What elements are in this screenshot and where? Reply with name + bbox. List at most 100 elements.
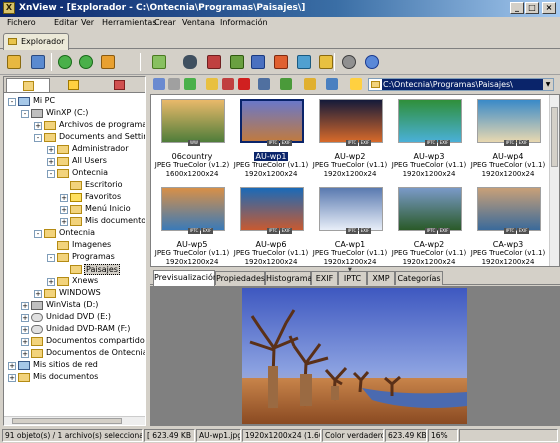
menu-ventana[interactable]: Ventana <box>182 18 215 27</box>
expand-icon[interactable]: + <box>60 218 68 226</box>
favorites-button[interactable] <box>350 78 362 90</box>
chevron-down-icon[interactable]: ▼ <box>543 79 553 90</box>
tab-propiedades[interactable]: Propiedades <box>215 271 265 285</box>
thumbnail-type: JPEG TrueColor (v1.1) <box>154 249 230 257</box>
screenshot-button[interactable] <box>295 53 313 71</box>
collapse-icon[interactable]: - <box>8 98 16 106</box>
folder-icon <box>44 133 56 142</box>
scroll-thumb[interactable] <box>12 418 122 424</box>
convert-button[interactable] <box>228 53 246 71</box>
tab-iptc[interactable]: IPTC <box>338 271 367 285</box>
contact-sheet-button[interactable] <box>317 53 335 71</box>
thumbnail-name-row: CA-wp2 <box>390 240 468 249</box>
capture-button[interactable] <box>272 53 290 71</box>
menu-crear[interactable]: Crear <box>154 18 176 27</box>
tab-folders[interactable] <box>6 78 50 92</box>
expand-icon[interactable]: + <box>21 302 29 310</box>
tab-exif[interactable]: EXIF <box>311 271 338 285</box>
open-button[interactable] <box>150 53 168 71</box>
help-button[interactable] <box>363 53 381 71</box>
menu-fichero[interactable]: Fichero <box>7 18 36 27</box>
toolbar-separator <box>140 53 141 71</box>
thumbnail-item[interactable]: IPTC EXIF AU-wp3 JPEG TrueColor (v1.1) 1920x… <box>390 97 468 183</box>
settings-button[interactable] <box>340 53 358 71</box>
forward-button[interactable] <box>77 53 95 71</box>
sort-button[interactable] <box>280 78 292 90</box>
xnview-app-icon[interactable]: X <box>3 2 15 14</box>
thumbnail-item[interactable]: WW 06country JPEG TrueColor (v1.2) 1600x120… <box>153 97 231 183</box>
collapse-icon[interactable]: - <box>34 134 42 142</box>
expand-icon[interactable]: + <box>21 338 29 346</box>
thumbnail-item[interactable]: IPTC EXIF CA-wp3 JPEG TrueColor (v1.1) 1920x… <box>469 185 547 266</box>
collapse-icon[interactable]: - <box>21 110 29 118</box>
expand-icon[interactable]: + <box>21 326 29 334</box>
thumbnail-item[interactable]: IPTC EXIF CA-wp1 JPEG TrueColor (v1.1) 1920x… <box>311 185 389 266</box>
menu-informacion[interactable]: Información <box>220 18 268 27</box>
tab-histograma[interactable]: Histograma <box>265 271 312 285</box>
tree-node-label: WinXP (C:) <box>46 108 89 117</box>
expand-icon[interactable]: + <box>47 278 55 286</box>
new-folder-button[interactable] <box>206 78 218 90</box>
expand-icon[interactable]: + <box>47 146 55 154</box>
thumbnail-item[interactable]: IPTC EXIF AU-wp5 JPEG TrueColor (v1.1) 1920x… <box>153 185 231 266</box>
tab-categories[interactable] <box>98 78 142 92</box>
print-button[interactable] <box>205 53 223 71</box>
delete-button[interactable] <box>238 78 250 90</box>
thumbnail-item[interactable]: IPTC EXIF AU-wp1 JPEG TrueColor (v1.1) 1920x… <box>232 97 310 183</box>
expand-icon[interactable]: + <box>8 362 16 370</box>
fullscreen-button[interactable] <box>29 53 47 71</box>
thumbnail-name-row: CA-wp3 <box>469 240 547 249</box>
explorer-button[interactable] <box>5 53 23 71</box>
maximize-button[interactable]: □ <box>525 2 539 14</box>
expand-icon[interactable]: + <box>60 206 68 214</box>
expand-icon[interactable]: + <box>21 350 29 358</box>
metadata-badge: EXIF <box>517 140 529 146</box>
find-button[interactable] <box>181 53 199 71</box>
tree-horizontal-scrollbar[interactable] <box>4 416 145 425</box>
expand-icon[interactable]: + <box>34 290 42 298</box>
expand-icon[interactable]: + <box>34 122 42 130</box>
slideshow-button[interactable] <box>249 53 267 71</box>
refresh-button[interactable] <box>326 78 338 90</box>
minimize-button[interactable]: _ <box>510 2 524 14</box>
metadata-badge: IPTC <box>504 228 516 234</box>
thumbnail-item[interactable]: IPTC EXIF AU-wp4 JPEG TrueColor (v1.1) 1920x… <box>469 97 547 183</box>
thumbnail-item[interactable]: IPTC EXIF CA-wp2 JPEG TrueColor (v1.1) 1920x… <box>390 185 468 266</box>
rename-button[interactable] <box>222 78 234 90</box>
collapse-icon[interactable]: - <box>47 254 55 262</box>
scroll-thumb[interactable] <box>551 107 558 167</box>
browser-vertical-scrollbar[interactable] <box>549 95 559 266</box>
menu-herramientas[interactable]: Herramientas <box>102 18 157 27</box>
nav-up-button[interactable] <box>184 78 196 90</box>
tree-node-label: Favoritos <box>85 192 122 201</box>
tree-node-label: Mis sitios de red <box>33 360 98 369</box>
metadata-badges: IPTC EXIF <box>424 137 450 146</box>
tab-favorites[interactable] <box>52 78 96 92</box>
tab-xmp[interactable]: XMP <box>367 271 395 285</box>
nav-back-button[interactable] <box>153 78 165 90</box>
folder-icon <box>57 253 69 262</box>
address-input[interactable] <box>382 79 543 90</box>
filter-button[interactable] <box>304 78 316 90</box>
tab-explorador[interactable]: Explorador <box>3 33 69 50</box>
tab-categorias[interactable]: Categorías <box>395 271 443 285</box>
expand-icon[interactable]: + <box>47 158 55 166</box>
thumbnail-item[interactable]: IPTC EXIF AU-wp2 JPEG TrueColor (v1.1) 1920x… <box>311 97 389 183</box>
pc-icon <box>18 97 30 106</box>
tab-previsualizacion[interactable]: Previsualización <box>153 270 218 286</box>
back-button[interactable] <box>56 53 74 71</box>
menu-ver[interactable]: Ver <box>81 18 94 27</box>
expand-icon[interactable]: + <box>21 314 29 322</box>
nav-forward-button[interactable] <box>168 78 180 90</box>
browse-button[interactable] <box>99 53 117 71</box>
menu-editar[interactable]: Editar <box>54 18 78 27</box>
thumbnail-name-row: 06country <box>153 152 231 161</box>
collapse-icon[interactable]: - <box>47 170 55 178</box>
expand-icon[interactable]: + <box>60 194 68 202</box>
expand-icon[interactable]: + <box>8 374 16 382</box>
thumbnail-item[interactable]: IPTC EXIF AU-wp6 JPEG TrueColor (v1.1) 1920x… <box>232 185 310 266</box>
collapse-icon[interactable]: - <box>34 230 42 238</box>
view-mode-button[interactable] <box>258 78 270 90</box>
close-button[interactable]: × <box>542 2 556 14</box>
thumbnail-name-row: CA-wp1 <box>311 240 389 249</box>
